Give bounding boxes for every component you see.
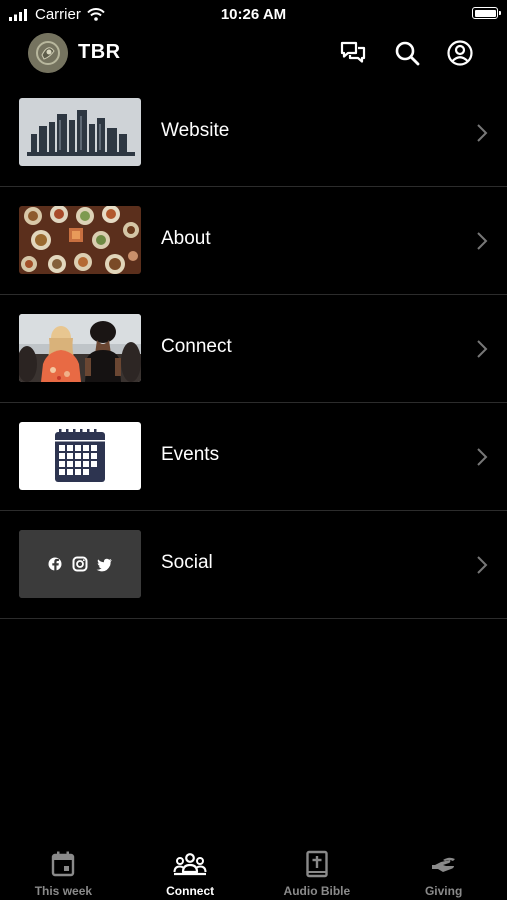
chevron-right-icon [477, 340, 488, 358]
logo-icon [28, 33, 68, 73]
tab-giving[interactable]: Giving [380, 842, 507, 900]
chevron-right-icon [477, 124, 488, 142]
tab-label: Giving [424, 884, 463, 898]
chevron-right-icon [477, 448, 488, 466]
chat-icon[interactable] [339, 39, 367, 67]
tab-label: Connect [166, 884, 215, 898]
bible-icon [306, 850, 328, 878]
app-header: TBR [0, 32, 507, 74]
avatar[interactable] [28, 33, 68, 73]
menu-item-website[interactable]: Website [0, 79, 507, 187]
battery-icon [472, 7, 501, 19]
chevron-right-icon [477, 556, 488, 574]
menu-item-label: About [161, 228, 211, 249]
tab-connect[interactable]: Connect [127, 842, 254, 900]
website-thumbnail [19, 98, 141, 166]
menu-item-label: Events [161, 444, 220, 465]
tab-audio-bible[interactable]: Audio Bible [254, 842, 381, 900]
group-icon [173, 853, 207, 876]
social-thumbnail [19, 530, 141, 598]
tab-label: Audio Bible [283, 884, 351, 898]
menu-item-social[interactable]: Social [0, 511, 507, 619]
giving-icon [431, 857, 455, 872]
tab-bar: This week Connect Audio Bible Giving [0, 842, 507, 900]
menu-item-about[interactable]: About [0, 187, 507, 295]
tab-label: This week [34, 884, 93, 898]
search-icon[interactable] [393, 39, 421, 67]
menu-list: Website About Connect Events Social [0, 79, 507, 619]
menu-item-connect[interactable]: Connect [0, 295, 507, 403]
status-bar: Carrier 10:26 AM [0, 0, 507, 28]
menu-item-label: Connect [161, 336, 232, 357]
connect-thumbnail [19, 314, 141, 382]
tab-this-week[interactable]: This week [0, 842, 127, 900]
events-thumbnail [19, 422, 141, 490]
about-thumbnail [19, 206, 141, 274]
chevron-right-icon [477, 232, 488, 250]
menu-item-label: Social [161, 552, 213, 573]
menu-item-label: Website [161, 120, 230, 141]
menu-item-events[interactable]: Events [0, 403, 507, 511]
calendar-icon [52, 851, 75, 877]
app-title: TBR [78, 41, 121, 63]
status-time: 10:26 AM [220, 6, 287, 23]
account-icon[interactable] [446, 39, 474, 67]
